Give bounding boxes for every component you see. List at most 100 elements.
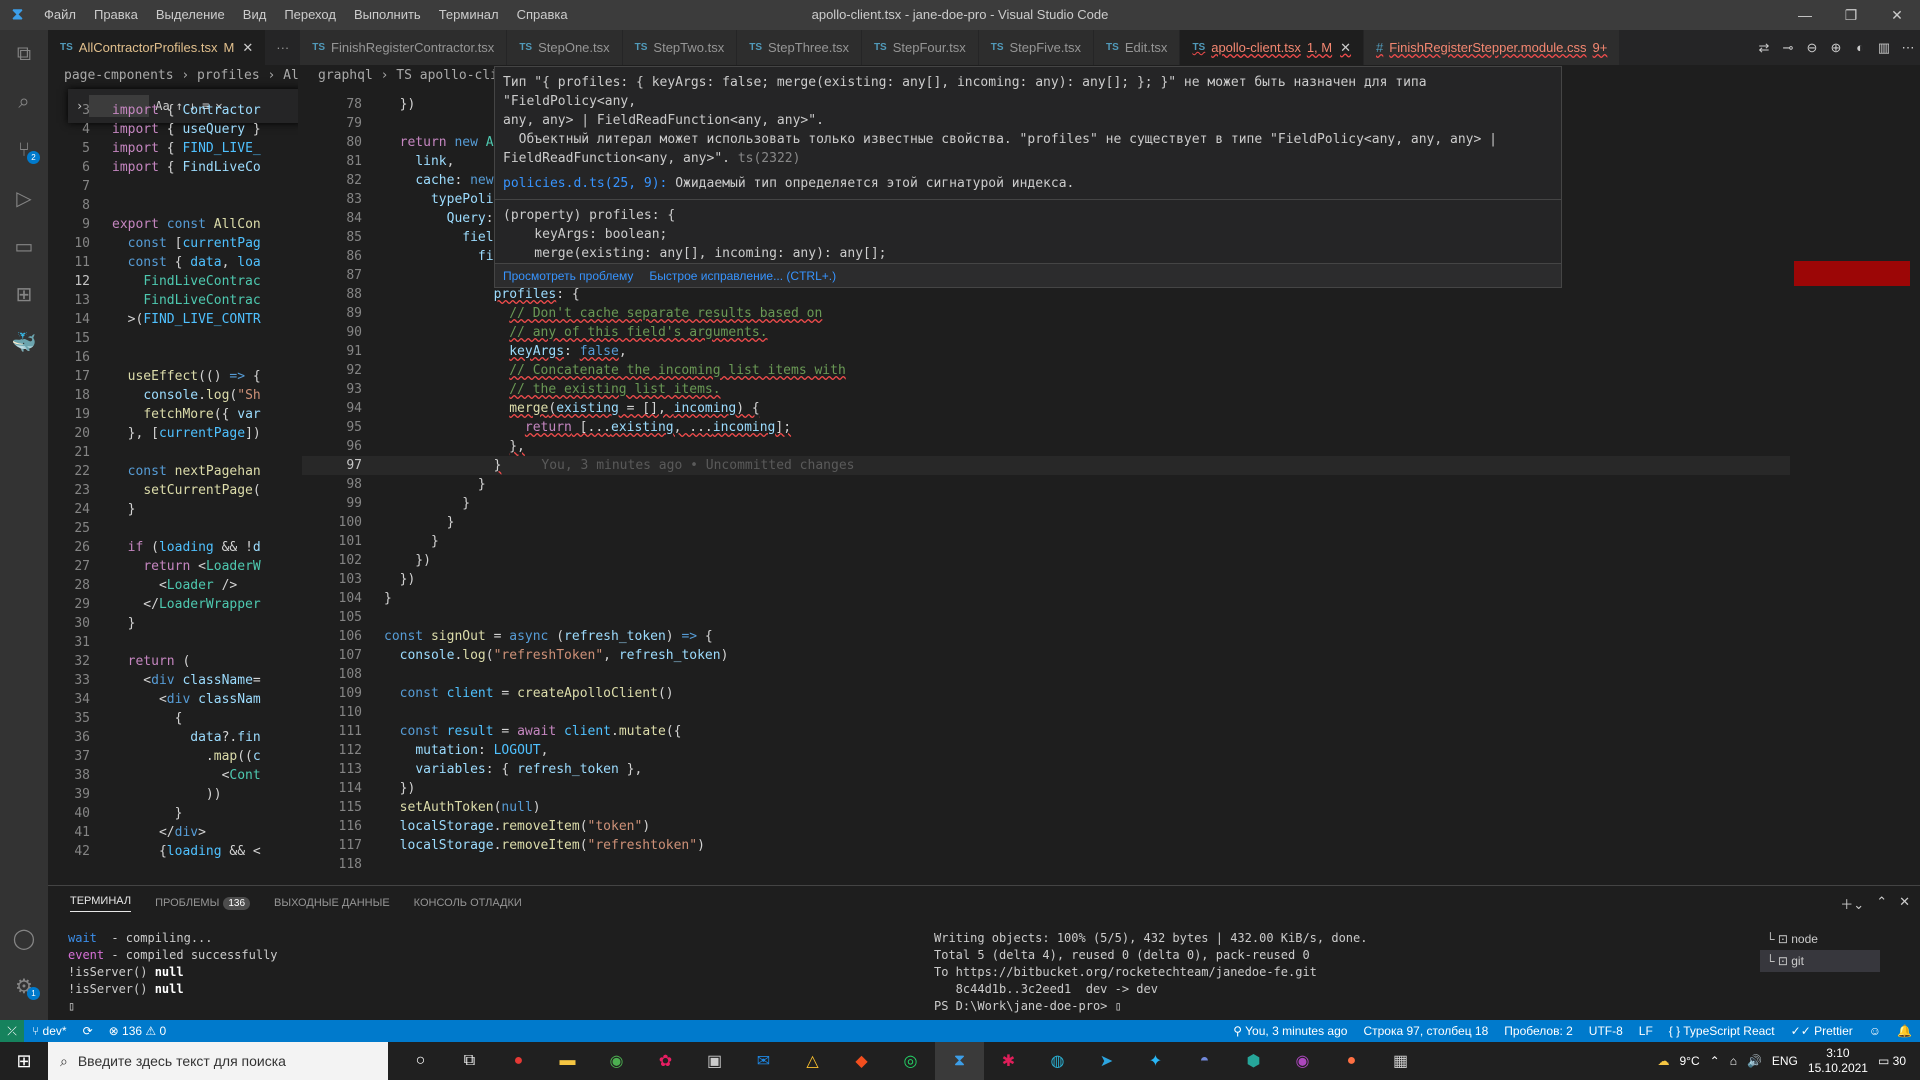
menu-go[interactable]: Переход [275,0,345,30]
menu-view[interactable]: Вид [234,0,276,30]
mail-icon[interactable]: ✉ [739,1042,788,1080]
file-explorer-icon[interactable]: ▬ [543,1042,592,1080]
slack-icon[interactable]: ✱ [984,1042,1033,1080]
app-icon[interactable]: ⬢ [1229,1042,1278,1080]
menu-help[interactable]: Справка [508,0,577,30]
notification-center-icon[interactable]: ▭ 30 [1878,1054,1906,1068]
git-commit-icon[interactable]: ⊸ [1776,40,1800,56]
terminal-node-output[interactable]: wait - compiling... event - compiled suc… [68,930,278,1015]
terminal-item-node[interactable]: └ ⊡ node [1760,928,1880,950]
figma-icon[interactable]: ◆ [837,1042,886,1080]
settings-gear-icon[interactable]: ⚙ 1 [0,962,48,1010]
branch-indicator[interactable]: ⑂ dev* [24,1024,75,1038]
remote-indicator-icon[interactable]: ⤫ [0,1020,24,1042]
minimize-icon[interactable]: — [1782,0,1828,30]
tab-stepfive[interactable]: TS StepFive.tsx [978,30,1095,65]
windows-start-icon[interactable]: ⊞ [0,1042,48,1080]
tab-finishregisterstepper-css[interactable]: # FinishRegisterStepper.module.css 9+ [1364,30,1621,65]
minimap[interactable] [1790,65,1910,885]
cursor-position[interactable]: Строка 97, столбец 18 [1355,1024,1496,1038]
split-editor-icon[interactable]: ▥ [1872,40,1896,56]
network-icon[interactable]: ⌂ [1730,1054,1737,1068]
open-changes-icon[interactable]: ◐ [1848,40,1872,55]
cortana-icon[interactable]: ○ [396,1042,445,1080]
taskbar-search[interactable]: ⌕ Введите здесь текст для поиска [48,1042,388,1080]
whatsapp-icon[interactable]: ◎ [886,1042,935,1080]
close-panel-icon[interactable]: ✕ [1899,894,1910,913]
close-tab-icon[interactable]: ✕ [242,40,253,56]
tab-terminal[interactable]: ТЕРМИНАЛ [70,895,132,912]
encoding[interactable]: UTF-8 [1581,1024,1631,1038]
menu-terminal[interactable]: Терминал [430,0,508,30]
eol[interactable]: LF [1631,1024,1661,1038]
show-hidden-icons-icon[interactable]: ⌃ [1710,1054,1720,1068]
temperature[interactable]: 9°C [1679,1054,1699,1068]
tab-finishregistercontractor[interactable]: TS FinishRegisterContractor.tsx [300,30,508,65]
accounts-icon[interactable]: ◯ [0,914,48,962]
run-debug-icon[interactable]: ▷ [0,174,48,222]
close-tab-icon[interactable]: ✕ [1340,40,1351,56]
more-actions-icon[interactable]: ⋯ [1896,40,1920,56]
quick-fix-link[interactable]: Быстрое исправление... (CTRL+.) [649,269,836,283]
related-location-link[interactable]: policies.d.ts(25, 9): [503,176,667,191]
remote-explorer-icon[interactable]: ▭ [0,222,48,270]
maximize-panel-icon[interactable]: ⌃ [1876,894,1887,913]
task-view-icon[interactable]: ⧉ [445,1042,494,1080]
volume-icon[interactable]: 🔊 [1747,1054,1762,1068]
app-icon[interactable]: △ [788,1042,837,1080]
app-icon[interactable]: ● [494,1042,543,1080]
store-icon[interactable]: ▣ [690,1042,739,1080]
previous-change-icon[interactable]: ⊖ [1800,40,1824,56]
menu-run[interactable]: Выполнить [345,0,430,30]
explorer-icon[interactable]: ⧉ [0,30,48,78]
calculator-icon[interactable]: ▦ [1376,1042,1425,1080]
telegram-icon[interactable]: ➤ [1082,1042,1131,1080]
app-icon[interactable]: ✦ [1131,1042,1180,1080]
tab-stepone[interactable]: TS StepOne.tsx [507,30,623,65]
next-change-icon[interactable]: ⊕ [1824,40,1848,56]
language-indicator[interactable]: ENG [1772,1054,1798,1068]
tab-steptwo[interactable]: TS StepTwo.tsx [622,30,738,65]
restore-icon[interactable]: ❐ [1828,0,1874,30]
close-icon[interactable]: ✕ [1874,0,1920,30]
terminal-git-output[interactable]: Writing objects: 100% (5/5), 432 bytes |… [934,930,1367,1015]
feedback-icon[interactable]: ☺ [1861,1024,1889,1038]
tab-edit[interactable]: TS Edit.tsx [1094,30,1181,65]
sync-icon[interactable]: ⟳ [75,1024,101,1038]
edge-icon[interactable]: ◍ [1033,1042,1082,1080]
docker-icon[interactable]: 🐳 [0,318,48,366]
new-terminal-icon[interactable]: ＋⌄ [1840,894,1864,913]
tab-stepfour[interactable]: TS StepFour.tsx [861,30,979,65]
extensions-icon[interactable]: ⊞ [0,270,48,318]
editor-left[interactable]: page-cmponents › profiles › AllContracto… [48,65,298,885]
tab-problems[interactable]: ПРОБЛЕМЫ 136 [155,897,251,910]
search-icon[interactable]: ⌕ [0,78,48,126]
tab-allcontractorprofiles[interactable]: TS AllContractorProfiles.tsx M ✕ [48,30,267,65]
vscode-icon[interactable]: ⧗ [935,1042,984,1080]
source-control-icon[interactable]: ⑂ 2 [0,126,48,174]
terminal-item-git[interactable]: └ ⊡ git [1760,950,1880,972]
clock[interactable]: 3:10 15.10.2021 [1808,1046,1868,1076]
firefox-icon[interactable]: ● [1327,1042,1376,1080]
tab-apollo-client[interactable]: TS apollo-client.tsx 1, M ✕ [1180,30,1365,65]
chrome-profile-icon[interactable]: ◉ [1278,1042,1327,1080]
breadcrumb[interactable]: page-cmponents › profiles › AllContracto [48,65,298,87]
git-blame-status[interactable]: ⚲ You, 3 minutes ago [1225,1024,1355,1038]
language-mode[interactable]: { } TypeScript React [1661,1024,1783,1038]
more-tabs-icon[interactable]: ··· [266,30,301,65]
menu-selection[interactable]: Выделение [147,0,234,30]
prettier-status[interactable]: ✓✓ Prettier [1783,1024,1861,1038]
tab-debug-console[interactable]: КОНСОЛЬ ОТЛАДКИ [414,897,522,909]
menu-file[interactable]: Файл [35,0,85,30]
notifications-icon[interactable]: 🔔 [1889,1024,1920,1038]
tab-stepthree[interactable]: TS StepThree.tsx [737,30,862,65]
view-problem-link[interactable]: Просмотреть проблему [503,269,633,283]
indentation[interactable]: Пробелов: 2 [1496,1024,1581,1038]
compare-icon[interactable]: ⇄ [1752,40,1776,56]
tab-output[interactable]: ВЫХОДНЫЕ ДАННЫЕ [274,897,390,909]
weather-icon[interactable]: ☁ [1657,1054,1669,1068]
discord-icon[interactable]: ◓ [1180,1042,1229,1080]
problems-indicator[interactable]: ⊗ 136 ⚠ 0 [101,1024,175,1038]
app-icon[interactable]: ✿ [641,1042,690,1080]
chrome-icon[interactable]: ◉ [592,1042,641,1080]
